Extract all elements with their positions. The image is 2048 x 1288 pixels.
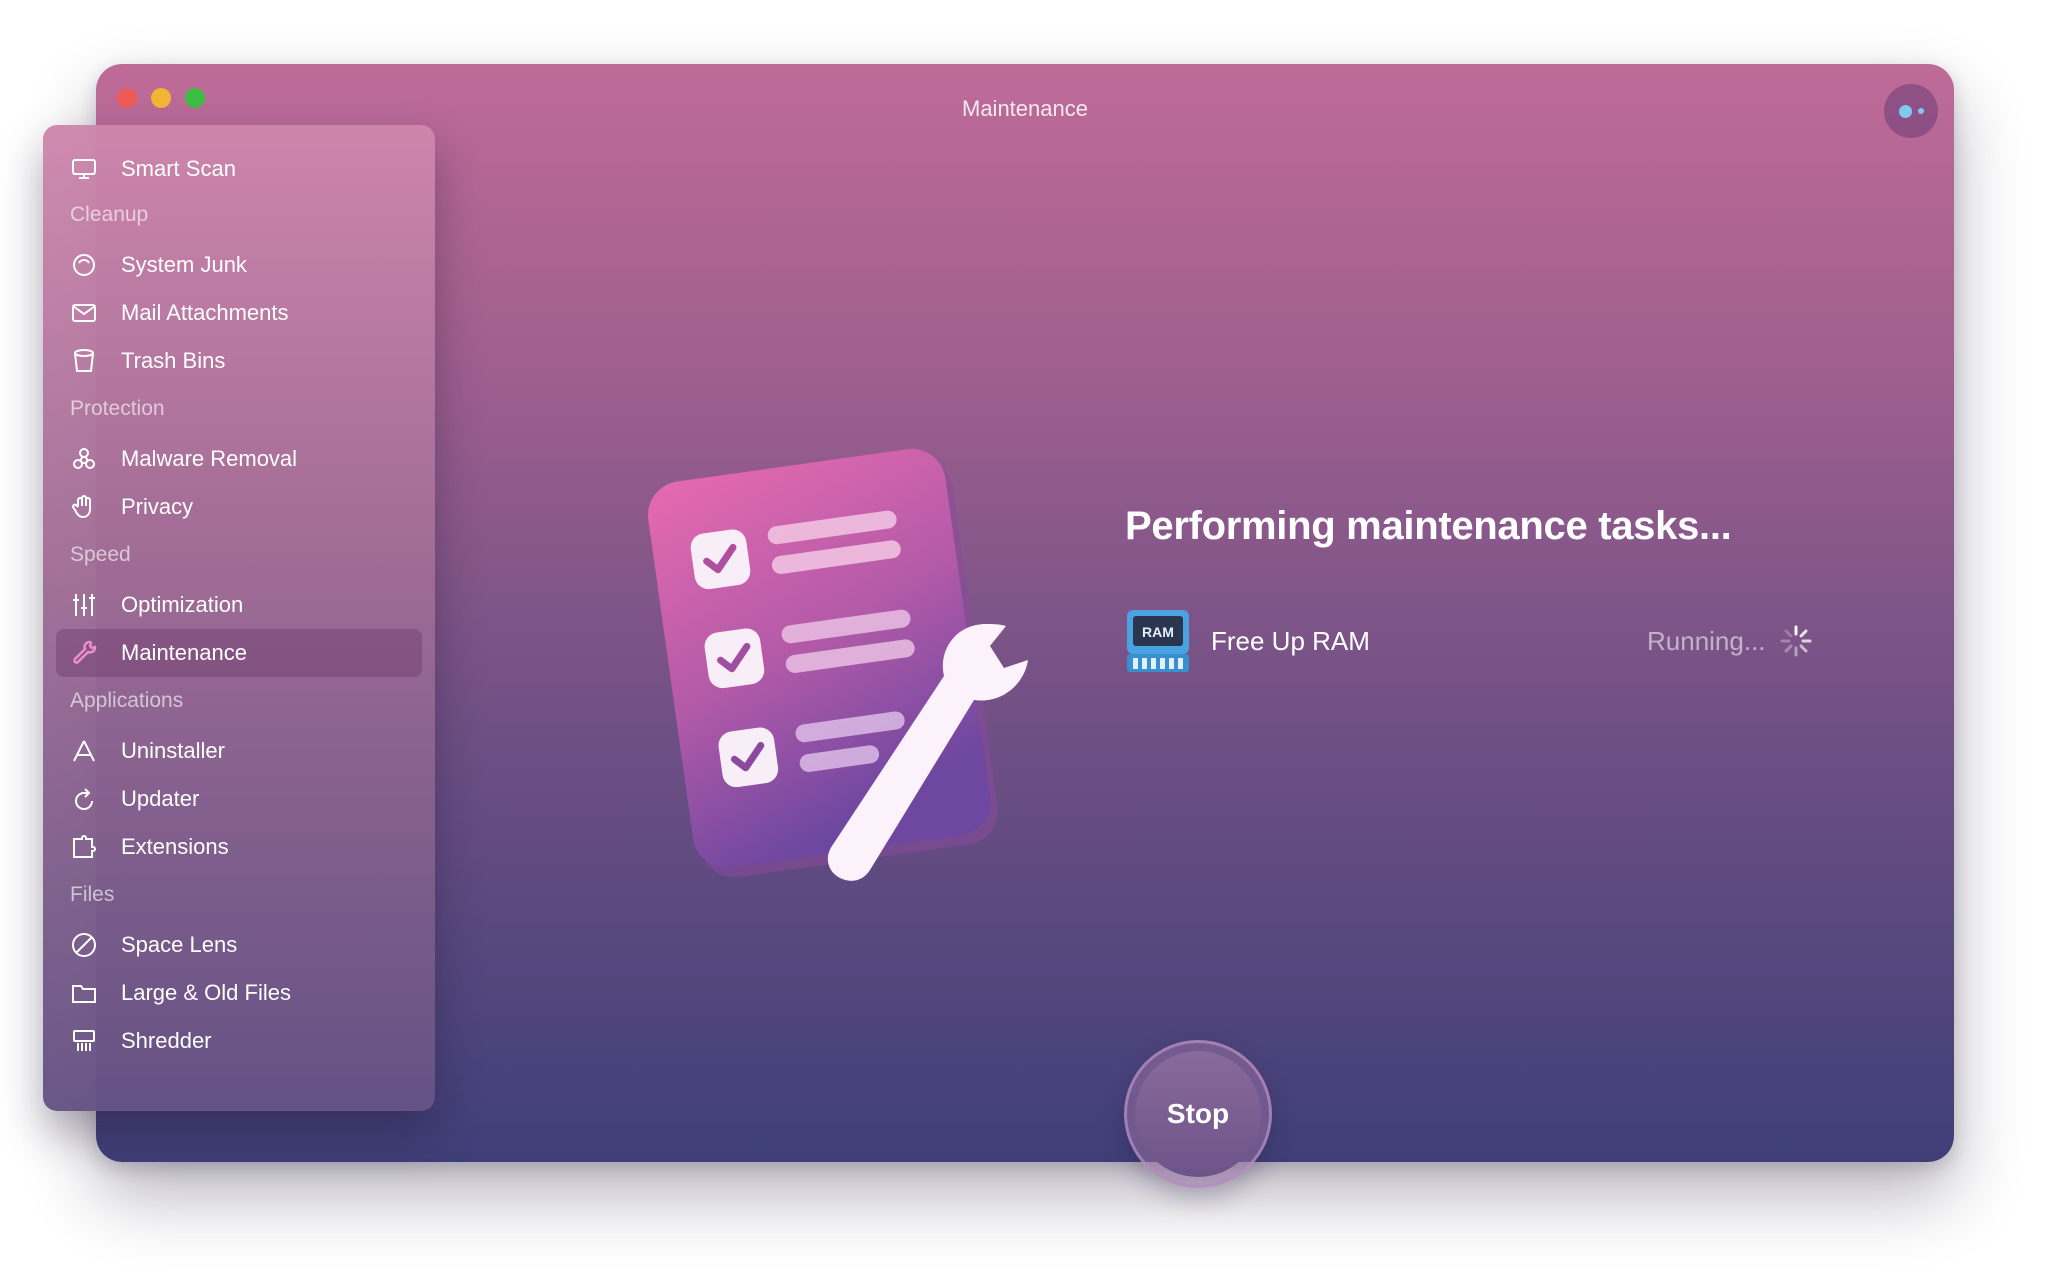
stop-button-label: Stop [1135,1051,1261,1177]
svg-text:RAM: RAM [1142,624,1174,640]
sidebar-item-mail-attachments[interactable]: Mail Attachments [56,289,422,337]
sidebar-item-label: Malware Removal [121,446,298,471]
updater-icon [69,784,99,814]
section-files: Files [70,883,115,906]
sidebar-item-label: Smart Scan [121,156,236,181]
sidebar-item-label: Large & Old Files [121,980,291,1005]
sliders-icon [69,590,99,620]
sidebar-item-extensions[interactable]: Extensions [56,823,422,871]
sidebar-item-optimization[interactable]: Optimization [56,581,422,629]
wrench-icon [69,638,99,668]
sidebar-item-label: Uninstaller [121,738,225,763]
sidebar-item-smart-scan[interactable]: Smart Scan [56,145,422,193]
sidebar-item-system-junk[interactable]: System Junk [56,241,422,289]
sidebar-item-privacy[interactable]: Privacy [56,483,422,531]
folder-icon [69,978,99,1008]
section-speed: Speed [70,543,131,566]
sidebar-item-label: Shredder [121,1028,212,1053]
mail-icon [69,298,99,328]
sidebar-item-large-old-files[interactable]: Large & Old Files [56,969,422,1017]
sidebar-item-space-lens[interactable]: Space Lens [56,921,422,969]
section-applications: Applications [70,689,184,712]
biohazard-icon [69,444,99,474]
extensions-icon [69,832,99,862]
trash-icon [69,346,99,376]
sidebar-item-label: Mail Attachments [121,300,289,325]
sidebar: Smart Scan Cleanup System Junk Mail Atta… [43,125,435,1111]
sidebar-item-updater[interactable]: Updater [56,775,422,823]
sidebar-item-maintenance[interactable]: Maintenance [56,629,422,677]
lens-icon [69,930,99,960]
task-row: RAM Free Up RAM Running... [1125,604,1825,676]
section-cleanup: Cleanup [70,203,149,226]
sidebar-item-label: Privacy [121,494,194,519]
sidebar-item-label: Maintenance [121,640,247,665]
task-status: Running... [1647,626,1766,656]
sidebar-item-label: Optimization [121,592,244,617]
sidebar-item-label: Extensions [121,834,229,859]
maintenance-illustration [647,448,1028,881]
stop-button[interactable]: Stop [1124,1040,1272,1188]
hand-icon [69,492,99,522]
sidebar-item-label: Trash Bins [121,348,226,373]
sidebar-item-shredder[interactable]: Shredder [56,1017,422,1065]
section-protection: Protection [70,397,165,420]
assistant-dot-icon [1898,104,1912,118]
window-title: Maintenance [962,96,1088,121]
monitor-icon [69,154,99,184]
status-headline: Performing maintenance tasks... [1125,504,1732,548]
shredder-icon [69,1026,99,1056]
sidebar-item-malware-removal[interactable]: Malware Removal [56,435,422,483]
assistant-small-dot-icon [1917,108,1924,114]
sidebar-item-label: Updater [121,786,200,811]
sidebar-item-label: Space Lens [121,932,238,957]
ram-icon: RAM [1127,610,1189,672]
sidebar-item-trash-bins[interactable]: Trash Bins [56,337,422,385]
task-name: Free Up RAM [1211,626,1370,656]
assistant-button[interactable] [1884,84,1938,138]
uninstaller-icon [69,736,99,766]
spinner-icon [1780,625,1812,657]
junk-icon [69,250,99,280]
sidebar-item-label: System Junk [121,252,247,277]
sidebar-item-uninstaller[interactable]: Uninstaller [56,727,422,775]
